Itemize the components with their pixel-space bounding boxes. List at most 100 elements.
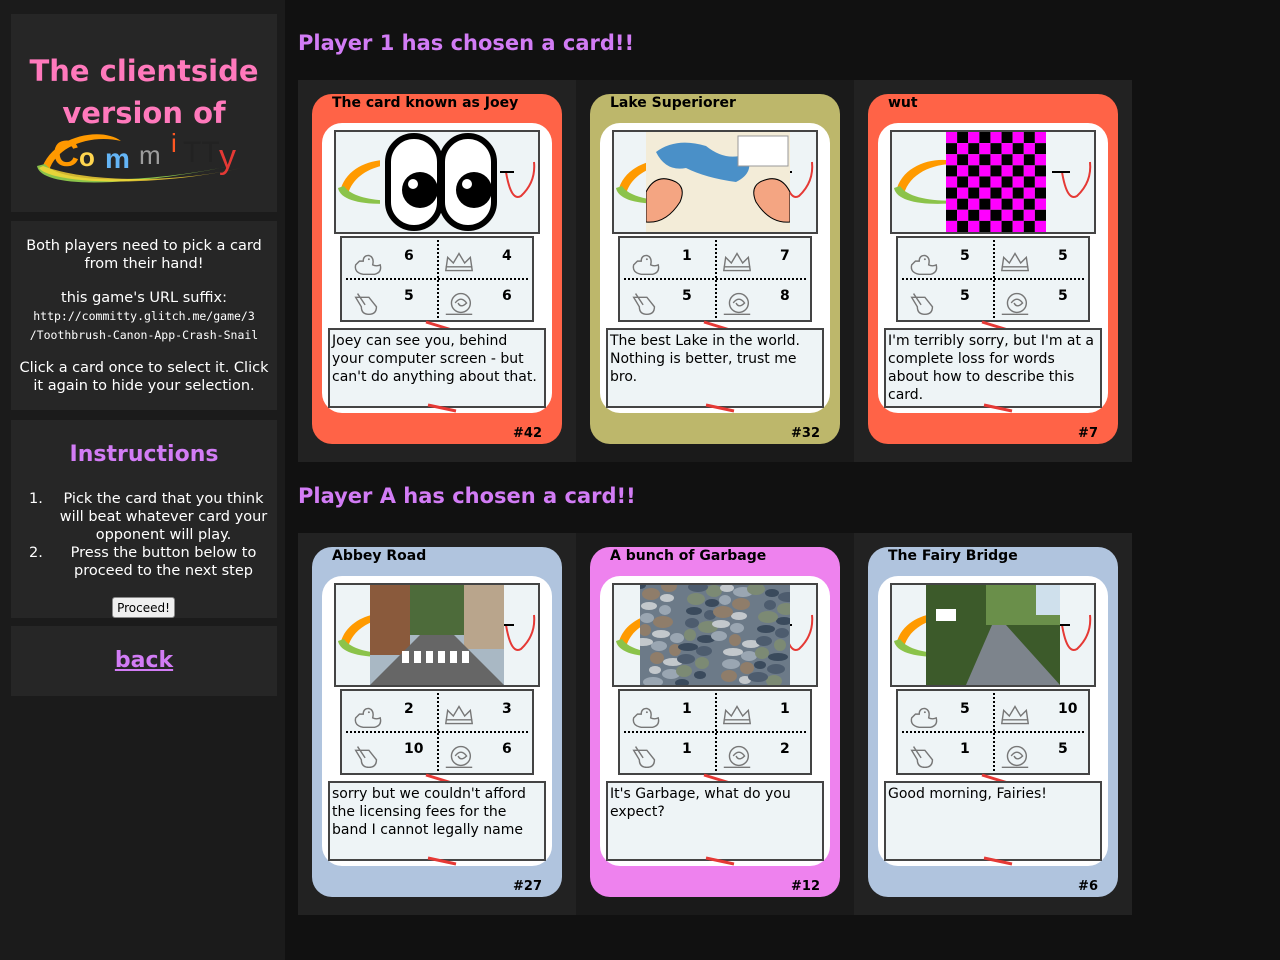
svg-text:i: i (171, 128, 177, 158)
svg-text:o: o (79, 142, 95, 172)
back-panel: back (11, 626, 277, 696)
stat-value-duck: 6 (404, 248, 414, 264)
card-number: #7 (1078, 426, 1098, 441)
logo-tick (983, 403, 1013, 413)
game-card[interactable]: A bunch of Garbage 1 1 1 2 It's Garbage, what… (590, 547, 840, 897)
card-slot: Lake Superiorer 1 7 5 8 The best Lake in the … (576, 80, 854, 462)
card-picture (890, 583, 1096, 687)
stat-value-crown: 5 (1058, 248, 1068, 264)
svg-text:TT: TT (183, 136, 220, 169)
stat-value-whistle: 10 (404, 741, 424, 757)
card-picture (612, 130, 818, 234)
card-description: Joey can see you, behind your computer s… (328, 328, 546, 408)
card-name: A bunch of Garbage (610, 548, 767, 564)
logo-tick (705, 856, 735, 866)
whistle-icon (632, 293, 656, 316)
stat-crown: 7 (716, 242, 806, 278)
snail-icon (1001, 745, 1029, 769)
duck-icon (632, 254, 660, 276)
stat-snail: 6 (438, 282, 528, 318)
card-slot: Abbey Road 2 3 10 6 sorry but we couldn't aff… (298, 533, 576, 915)
game-card[interactable]: Abbey Road 2 3 10 6 sorry but we couldn't aff… (312, 547, 562, 897)
stat-value-crown: 4 (502, 248, 512, 264)
stat-value-duck: 5 (960, 701, 970, 717)
card-description: I'm terribly sorry, but I'm at a complet… (884, 328, 1102, 408)
fairy-bridge-image (926, 585, 1060, 685)
snail-icon (723, 292, 751, 316)
card-stats: 5 10 1 5 (896, 689, 1090, 775)
stat-whistle: 5 (346, 282, 436, 318)
card-picture (890, 130, 1096, 234)
stat-duck: 2 (346, 695, 436, 731)
logo-tick (983, 856, 1013, 866)
stat-snail: 6 (438, 735, 528, 771)
stat-value-snail: 5 (1058, 741, 1068, 757)
abbey-road-image (370, 585, 504, 685)
stat-duck: 5 (902, 242, 992, 278)
card-number: #6 (1078, 879, 1098, 894)
stat-snail: 8 (716, 282, 806, 318)
stat-value-duck: 1 (682, 248, 692, 264)
stat-value-snail: 6 (502, 741, 512, 757)
card-name: Abbey Road (332, 548, 427, 564)
logo-panel: The clientside version of C o m m i TT y (11, 14, 277, 212)
stat-divider (346, 731, 528, 733)
instruction-text: Pick the card that you think will beat w… (59, 491, 268, 543)
stat-crown: 10 (994, 695, 1084, 731)
game-card[interactable]: The Fairy Bridge 5 10 1 5 Good morning, Fairi… (868, 547, 1118, 897)
game-card[interactable]: The card known as Joey 6 4 5 6 Joey can see y… (312, 94, 562, 444)
stat-duck: 1 (624, 242, 714, 278)
hand-row: The card known as Joey 6 4 5 6 Joey can see y… (298, 80, 1132, 462)
svg-text:y: y (219, 138, 236, 176)
logo-tick (427, 856, 457, 866)
logo-tick (705, 403, 735, 413)
card-name: wut (888, 95, 918, 111)
back-link[interactable]: back (11, 648, 277, 673)
stat-value-duck: 5 (960, 248, 970, 264)
lake-muscle-image (646, 132, 790, 232)
stat-whistle: 5 (624, 282, 714, 318)
snail-icon (1001, 292, 1029, 316)
card-picture (334, 583, 540, 687)
duck-icon (354, 707, 382, 729)
info-panel: Both players need to pick a card from th… (11, 221, 277, 410)
card-stats: 1758 (618, 236, 812, 322)
crown-icon (722, 252, 752, 272)
instruction-item: 2. Press the button below to proceed to … (29, 544, 274, 580)
card-body: 1 1 1 2 It's Garbage, what do you expect? (600, 576, 830, 866)
instruction-number: 1. (29, 491, 43, 507)
stat-duck: 5 (902, 695, 992, 731)
stat-value-crown: 7 (780, 248, 790, 264)
stat-value-crown: 1 (780, 701, 790, 717)
stat-value-snail: 8 (780, 288, 790, 304)
stat-value-whistle: 1 (682, 741, 692, 757)
svg-text:m: m (139, 140, 161, 170)
svg-text:C: C (53, 133, 79, 174)
url-label: this game's URL suffix: (61, 290, 227, 306)
logo-tick (427, 403, 457, 413)
crown-icon (1000, 252, 1030, 272)
stat-value-whistle: 5 (682, 288, 692, 304)
crown-icon (1000, 705, 1030, 725)
hand-row: Abbey Road 2 3 10 6 sorry but we couldn't aff… (298, 533, 1132, 915)
stat-value-whistle: 5 (404, 288, 414, 304)
card-number: #42 (513, 426, 542, 441)
card-description: sorry but we couldn't afford the licensi… (328, 781, 546, 861)
stat-whistle: 1 (902, 735, 992, 771)
stat-crown: 3 (438, 695, 528, 731)
stat-value-crown: 3 (502, 701, 512, 717)
card-number: #32 (791, 426, 820, 441)
crown-icon (444, 252, 474, 272)
stat-value-snail: 5 (1058, 288, 1068, 304)
duck-icon (632, 707, 660, 729)
checkerboard-image (946, 132, 1046, 232)
game-card[interactable]: Lake Superiorer 1 7 5 8 The best Lake in the … (590, 94, 840, 444)
app-title: The clientside version of (11, 50, 277, 134)
card-number: #27 (513, 879, 542, 894)
stat-snail: 2 (716, 735, 806, 771)
proceed-button[interactable]: Proceed! (112, 597, 175, 618)
game-card[interactable]: wut 5 5 5 5 I'm terribly sorry, but I'm at a … (868, 94, 1118, 444)
eyes-image (380, 132, 500, 232)
stat-divider (346, 278, 528, 280)
card-slot: wut 5 5 5 5 I'm terribly sorry, but I'm at a … (854, 80, 1132, 462)
